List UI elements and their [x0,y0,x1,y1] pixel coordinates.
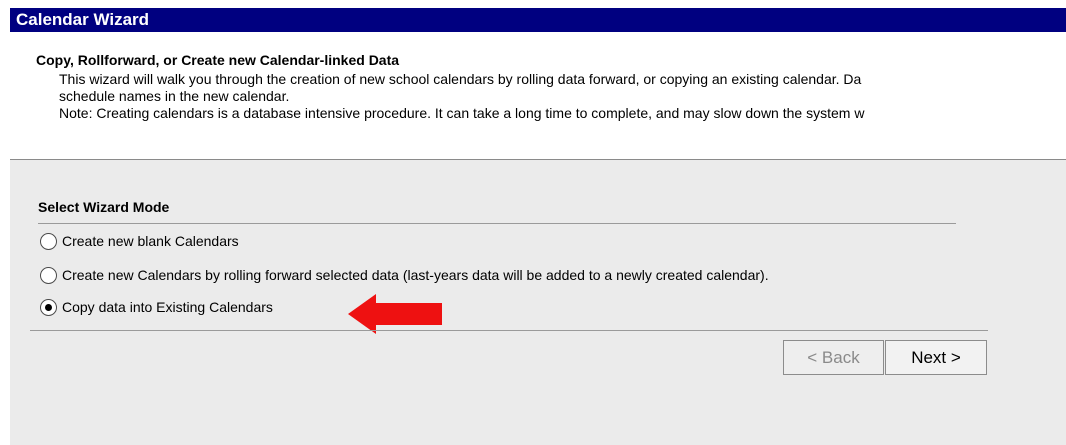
back-button[interactable]: < Back [783,340,884,375]
section-title: Select Wizard Mode [38,199,170,215]
button-divider [30,330,988,331]
description-line: schedule names in the new calendar. [59,88,290,104]
option-rollforward[interactable]: Create new Calendars by rolling forward … [40,264,769,286]
description-line: Note: Creating calendars is a database i… [59,105,865,121]
option-create-blank[interactable]: Create new blank Calendars [40,230,239,252]
window-title: Calendar Wizard [10,8,1066,32]
radio-button-selected[interactable] [40,298,57,316]
description-line: This wizard will walk you through the cr… [59,71,862,87]
section-divider [38,223,956,224]
header-description: This wizard will walk you through the cr… [59,71,1066,122]
option-copy-existing[interactable]: Copy data into Existing Calendars [40,296,273,318]
option-label: Create new blank Calendars [62,233,239,249]
wizard-mode-panel: Select Wizard Mode Create new blank Cale… [10,160,1066,445]
next-button[interactable]: Next > [885,340,987,375]
option-label: Copy data into Existing Calendars [62,299,273,315]
red-arrow-icon [348,294,442,334]
header-title: Copy, Rollforward, or Create new Calenda… [36,52,400,68]
option-label: Create new Calendars by rolling forward … [62,267,769,283]
radio-button[interactable] [40,232,57,250]
wizard-window: Calendar Wizard Copy, Rollforward, or Cr… [10,8,1066,445]
wizard-header: Copy, Rollforward, or Create new Calenda… [10,32,1066,160]
radio-button[interactable] [40,266,57,284]
